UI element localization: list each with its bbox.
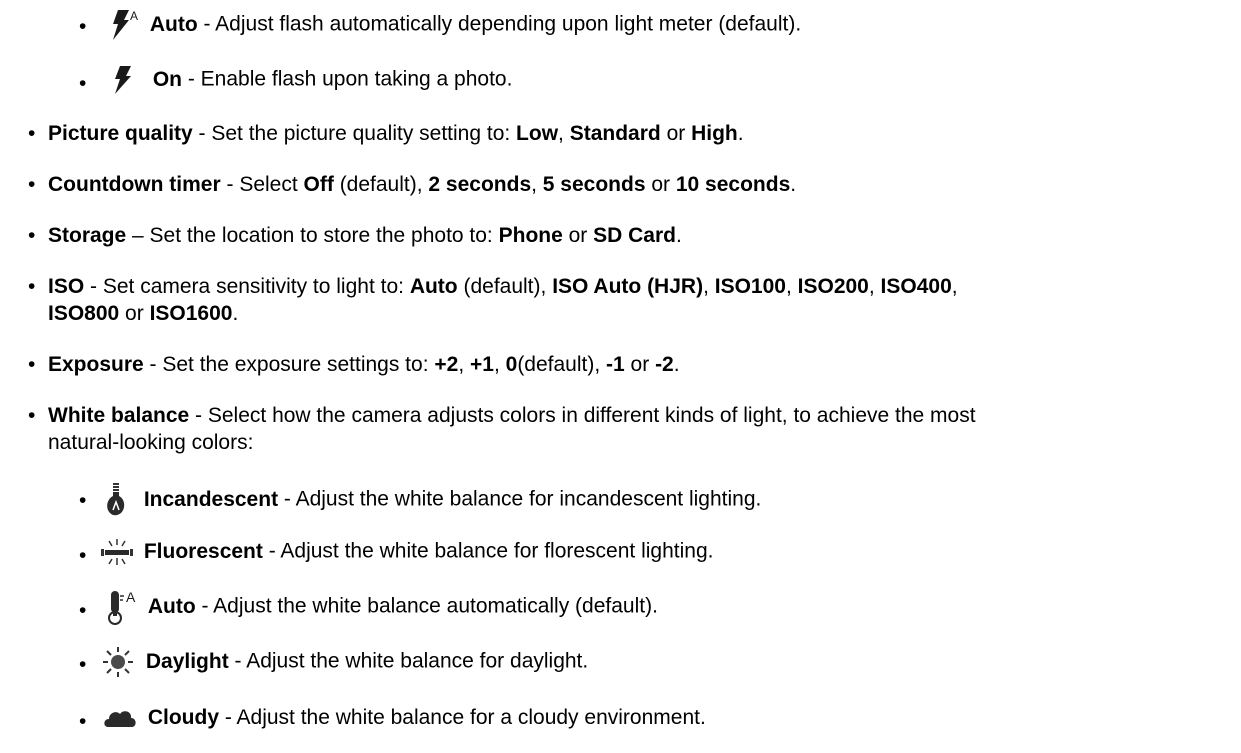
term: Fluorescent	[143, 539, 263, 563]
description: - Enable flash upon taking a photo.	[182, 67, 513, 91]
option: +1	[470, 353, 494, 376]
list-item-fluorescent: Fluorescent - Adjust the white balance f…	[100, 537, 713, 567]
option: Auto	[409, 275, 458, 298]
list-item-incandescent: Incandescent - Adjust the white balance …	[104, 482, 761, 518]
term: Cloudy	[147, 706, 220, 729]
flash-on-icon	[115, 66, 131, 94]
description: - Adjust the white balance automatically…	[195, 594, 658, 618]
term: ISO	[48, 275, 85, 298]
bullet-marker: •	[79, 544, 87, 567]
list-item-white-balance-continued: natural-looking colors:	[48, 431, 254, 454]
option: 2 seconds	[428, 173, 532, 196]
list-item-iso: ISO - Set camera sensitivity to light to…	[48, 275, 958, 298]
bullet-marker: •	[28, 404, 36, 427]
bullet-marker: •	[79, 599, 87, 622]
option: Off	[303, 173, 334, 196]
term: Auto	[147, 594, 196, 618]
term: On	[152, 67, 183, 91]
option: 10 seconds	[675, 173, 791, 196]
bullet-marker: •	[28, 353, 36, 376]
wb-auto-icon: A	[108, 589, 136, 625]
list-item-wb-auto: A Auto - Adjust the white balance automa…	[104, 588, 658, 626]
description: - Adjust flash automatically depending u…	[197, 12, 802, 36]
list-item-exposure: Exposure - Set the exposure settings to:…	[48, 353, 680, 376]
option: -2	[655, 353, 674, 376]
term: Auto	[149, 12, 198, 36]
list-item-countdown-timer: Countdown timer - Select Off (default), …	[48, 173, 797, 196]
option: ISO400	[880, 275, 952, 298]
option: ISO100	[714, 275, 786, 298]
description: - Adjust the white balance for florescen…	[262, 539, 714, 563]
svg-text:A: A	[126, 589, 136, 605]
list-item-white-balance: White balance - Select how the camera ad…	[48, 404, 976, 427]
fluorescent-icon	[101, 539, 133, 565]
daylight-icon	[103, 647, 133, 677]
term: Storage	[48, 224, 127, 247]
list-item-flash-auto: A Auto - Adjust flash automatically depe…	[108, 8, 801, 42]
bullet-marker: •	[79, 710, 87, 733]
list-item-flash-on: On - Enable flash upon taking a photo.	[113, 64, 512, 96]
cloudy-icon	[104, 711, 136, 728]
list-item-picture-quality: Picture quality - Set the picture qualit…	[48, 122, 744, 145]
bullet-marker: •	[28, 122, 36, 145]
description: - Adjust the white balance for daylight.	[228, 649, 589, 673]
bullet-marker: •	[79, 72, 87, 95]
option: 5 seconds	[542, 173, 646, 196]
description: - Adjust the white balance for a cloudy …	[219, 706, 706, 729]
option: Low	[516, 122, 559, 145]
list-item-iso-continued: ISO800 or ISO1600.	[48, 302, 239, 325]
option: SD Card	[593, 224, 676, 247]
bullet-marker: •	[79, 653, 87, 676]
term: Daylight	[145, 649, 229, 673]
term: Incandescent	[143, 487, 279, 511]
bullet-marker: •	[79, 15, 87, 38]
description: - Adjust the white balance for incandesc…	[278, 487, 762, 511]
bullet-marker: •	[79, 489, 87, 512]
svg-text:A: A	[130, 9, 138, 23]
term: Picture quality	[48, 122, 193, 145]
option: ISO1600	[149, 302, 233, 325]
option: ISO Auto (HJR)	[552, 275, 704, 298]
option: ISO200	[797, 275, 869, 298]
term: White balance	[48, 404, 190, 427]
bullet-marker: •	[28, 224, 36, 247]
option: High	[691, 122, 738, 145]
option: +2	[434, 353, 459, 376]
option: -1	[606, 353, 625, 376]
option: 0	[505, 353, 518, 376]
bullet-marker: •	[28, 173, 36, 196]
list-item-daylight: Daylight - Adjust the white balance for …	[102, 646, 588, 678]
term: Exposure	[48, 353, 144, 376]
bullet-marker: •	[28, 275, 36, 298]
list-item-cloudy: Cloudy - Adjust the white balance for a …	[102, 705, 706, 730]
option: Phone	[498, 224, 563, 247]
option: ISO800	[48, 302, 120, 325]
flash-auto-icon: A	[113, 9, 138, 40]
term: Countdown timer	[48, 173, 221, 196]
incandescent-icon	[107, 483, 125, 516]
list-item-storage: Storage – Set the location to store the …	[48, 224, 682, 247]
option: Standard	[569, 122, 661, 145]
